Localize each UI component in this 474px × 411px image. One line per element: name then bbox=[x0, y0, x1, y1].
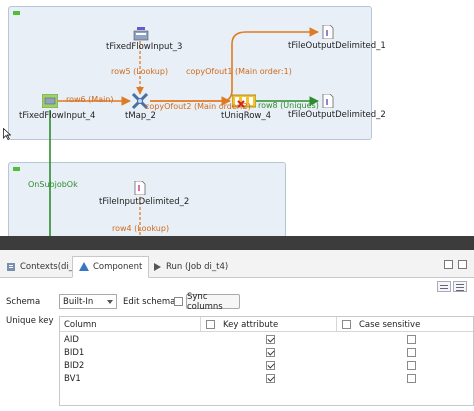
component-tfixedflowinput-4[interactable]: tFixedFlowInput_4 bbox=[19, 93, 95, 121]
minimize-view-button[interactable] bbox=[444, 260, 453, 269]
case-sensitive-checkbox[interactable] bbox=[407, 348, 416, 357]
sync-columns-button[interactable]: Sync columns bbox=[186, 292, 240, 312]
select-all-key-checkbox[interactable] bbox=[206, 320, 215, 329]
editor-separator-bar[interactable] bbox=[0, 236, 474, 250]
file-output-icon bbox=[322, 93, 334, 109]
edit-schema-button[interactable]: Edit schema bbox=[123, 297, 175, 307]
file-output-icon bbox=[322, 24, 334, 40]
case-sensitive-checkbox[interactable] bbox=[407, 361, 416, 370]
component-label: tUniqRow_4 bbox=[221, 111, 272, 121]
key-attribute-checkbox[interactable] bbox=[266, 361, 275, 370]
fixed-flow-input-icon bbox=[133, 27, 149, 41]
maximize-view-button[interactable] bbox=[458, 260, 467, 269]
case-sensitive-checkbox[interactable] bbox=[407, 335, 416, 344]
edit-schema-checkbox[interactable] bbox=[174, 297, 183, 306]
header-label: Key attribute bbox=[223, 319, 279, 330]
link-label-row4[interactable]: row4 (Lookup) bbox=[112, 224, 169, 233]
component-tfileoutputdelimited-1[interactable]: tFileOutputDelimited_1 bbox=[288, 24, 386, 51]
contexts-icon bbox=[7, 263, 15, 271]
column-header-column[interactable]: Column bbox=[64, 317, 97, 332]
tab-label: Run (Job di_t4) bbox=[166, 262, 229, 272]
link-label-row8[interactable]: row8 (Uniques) bbox=[258, 101, 319, 110]
column-header-case-sensitive[interactable]: Case sensitive bbox=[336, 317, 474, 332]
component-tfileoutputdelimited-2[interactable]: tFileOutputDelimited_2 bbox=[288, 93, 386, 120]
unique-key-label: Unique key bbox=[6, 316, 54, 326]
component-tfileinputdelimited-2[interactable]: tFileInputDelimited_2 bbox=[99, 180, 189, 207]
schema-select[interactable]: Built-In bbox=[59, 294, 117, 309]
component-icon bbox=[79, 262, 89, 271]
schema-label: Schema bbox=[6, 297, 41, 307]
tab-component[interactable]: Component bbox=[72, 256, 150, 278]
table-row[interactable]: BID1 bbox=[60, 346, 473, 359]
unique-key-table[interactable]: Column Key attribute Case sensitive AID … bbox=[59, 316, 474, 406]
table-row[interactable]: BID2 bbox=[60, 359, 473, 372]
link-label-onsubjobok[interactable]: OnSubjobOk bbox=[28, 180, 78, 189]
component-label: tFileOutputDelimited_1 bbox=[288, 41, 386, 51]
job-designer-canvas[interactable]: tFixedFlowInput_3 tFixedFlowInput_4 tMap… bbox=[0, 0, 474, 236]
column-header-key-attribute[interactable]: Key attribute bbox=[200, 317, 336, 332]
column-name-cell: AID bbox=[64, 334, 79, 345]
table-header: Column Key attribute Case sensitive bbox=[60, 317, 473, 332]
case-sensitive-checkbox[interactable] bbox=[407, 374, 416, 383]
component-label: tFixedFlowInput_3 bbox=[106, 42, 183, 52]
component-tfixedflowinput-3[interactable]: tFixedFlowInput_3 bbox=[106, 27, 182, 52]
link-label-copyofout2[interactable]: copyOfout2 (Main order:2) bbox=[145, 102, 251, 111]
tab-run[interactable]: Run (Job di_t4) bbox=[146, 256, 234, 278]
column-name-cell: BID1 bbox=[64, 347, 85, 358]
chevron-down-icon bbox=[107, 300, 113, 304]
link-label-row6[interactable]: row6 (Main) bbox=[66, 95, 114, 104]
column-name-cell: BID2 bbox=[64, 360, 85, 371]
fixed-flow-input-icon bbox=[41, 93, 59, 109]
schema-select-value: Built-In bbox=[63, 296, 94, 307]
component-label: tMap_2 bbox=[125, 111, 156, 121]
component-label: tFileInputDelimited_2 bbox=[99, 197, 190, 207]
key-attribute-checkbox[interactable] bbox=[266, 374, 275, 383]
key-attribute-checkbox[interactable] bbox=[266, 348, 275, 357]
basic-settings-view-button[interactable] bbox=[437, 281, 451, 292]
mouse-pointer-icon bbox=[3, 128, 11, 140]
table-row[interactable]: BV1 bbox=[60, 372, 473, 385]
table-row[interactable]: AID bbox=[60, 333, 473, 346]
select-all-case-checkbox[interactable] bbox=[342, 320, 351, 329]
header-label: Case sensitive bbox=[359, 319, 421, 330]
tab-label: Component bbox=[93, 262, 143, 272]
advanced-settings-view-button[interactable] bbox=[453, 281, 467, 292]
key-attribute-checkbox[interactable] bbox=[266, 335, 275, 344]
view-tab-bar: Contexts(di_t4) Component Run (Job di_t4… bbox=[0, 250, 474, 278]
column-name-cell: BV1 bbox=[64, 373, 81, 384]
component-label: tFileOutputDelimited_2 bbox=[288, 110, 386, 120]
run-icon bbox=[154, 263, 161, 271]
component-label: tFixedFlowInput_4 bbox=[19, 111, 96, 121]
file-input-icon bbox=[134, 180, 146, 196]
link-label-copyofout1[interactable]: copyOfout1 (Main order:1) bbox=[186, 67, 292, 76]
link-label-row5[interactable]: row5 (Lookup) bbox=[111, 67, 168, 76]
